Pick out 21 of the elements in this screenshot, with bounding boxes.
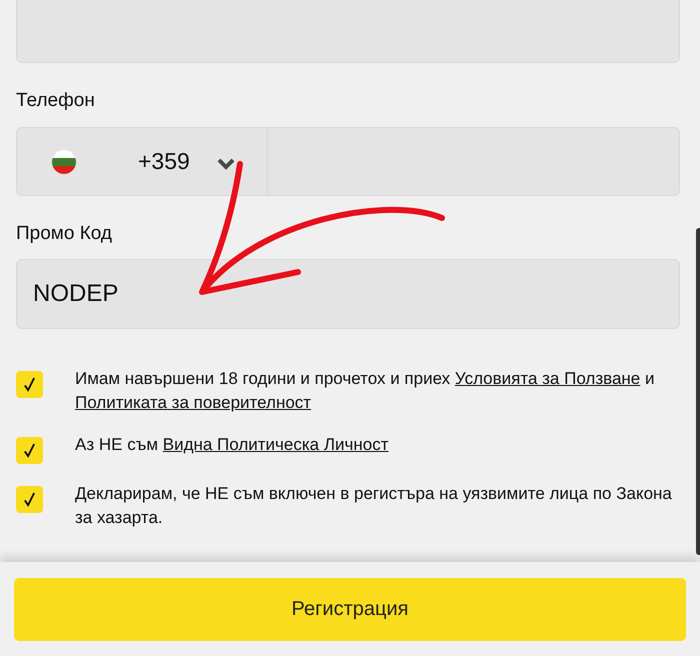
checkbox[interactable] (16, 486, 43, 513)
consent-text: Имам навършени 18 години и прочетох и приех Условията за Ползване и Политиката за поверителност (75, 368, 656, 414)
consent-text: Аз НЕ съм Видна Политическа Личност (75, 434, 390, 456)
input-field[interactable] (16, 0, 680, 63)
checkbox[interactable] (16, 437, 43, 464)
checkbox[interactable] (16, 371, 43, 398)
register-button[interactable]: Регистрация (14, 578, 686, 641)
consent-text: Декларирам, че НЕ съм включен в регистъра на уязвимите лица по Закона за хазарта. (75, 483, 673, 529)
field-label: Телефон (16, 89, 96, 113)
link[interactable]: Видна Политическа Личност (162, 435, 388, 454)
country-code-select[interactable]: +359 (16, 127, 268, 196)
promo-code-field[interactable]: NODEP (16, 259, 680, 329)
field-label: Промо Код (16, 222, 114, 246)
check-icon (23, 492, 36, 507)
phone-input-field[interactable] (268, 127, 680, 196)
check-icon (23, 377, 36, 392)
flag-icon (52, 150, 76, 174)
link[interactable]: Политиката за поверителност (75, 393, 312, 412)
chevron-down-icon (216, 156, 236, 170)
check-icon (23, 443, 36, 458)
link[interactable]: Условията за Ползване (454, 369, 640, 388)
